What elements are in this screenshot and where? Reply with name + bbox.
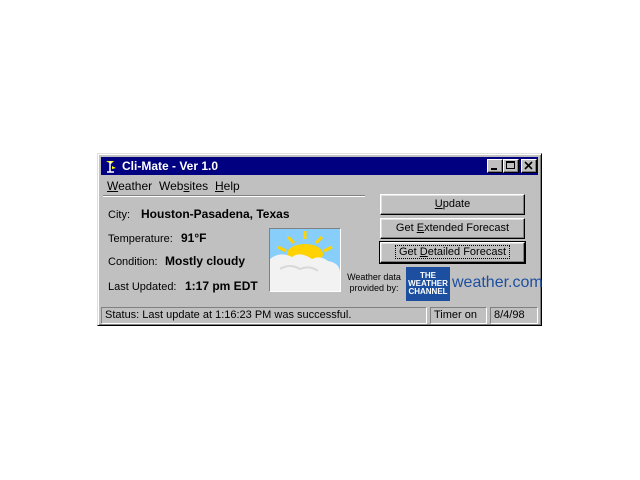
focus-ring: Get Detailed Forecast	[394, 245, 510, 259]
menu-divider	[103, 195, 365, 197]
city-label: City:	[108, 209, 130, 221]
city-value: Houston-Pasadena, Texas	[141, 207, 290, 221]
status-message: Status: Last update at 1:16:23 PM was su…	[101, 307, 427, 324]
detailed-forecast-button[interactable]: Get Detailed Forecast	[379, 241, 526, 264]
status-bar: Status: Last update at 1:16:23 PM was su…	[101, 307, 538, 325]
last-updated-label: Last Updated:	[108, 281, 177, 293]
close-button[interactable]	[521, 159, 537, 173]
status-date: 8/4/98	[490, 307, 538, 324]
condition-value: Mostly cloudy	[165, 254, 246, 268]
partly-cloudy-icon	[270, 229, 340, 291]
logo-line-3: CHANNEL	[408, 287, 448, 296]
weather-com-link[interactable]: weather.com	[452, 274, 543, 292]
extended-forecast-button[interactable]: Get Extended Forecast	[380, 218, 525, 239]
title-bar[interactable]: Cli-Mate - Ver 1.0	[101, 157, 538, 175]
provider-label-line2: provided by:	[349, 283, 399, 293]
menu-help[interactable]: Help	[215, 179, 240, 193]
maximize-icon	[506, 161, 515, 169]
provider-label-line1: Weather data	[347, 272, 401, 282]
weather-condition-image	[269, 228, 341, 292]
last-updated-value: 1:17 pm EDT	[185, 279, 258, 293]
provider-label: Weather data provided by:	[344, 272, 404, 294]
climate-window: Cli-Mate - Ver 1.0 Weather Websites Help…	[97, 153, 543, 326]
update-button[interactable]: Update	[380, 194, 525, 215]
temperature-label: Temperature:	[108, 233, 173, 245]
weather-vane-icon	[103, 158, 119, 174]
menu-weather[interactable]: Weather	[107, 179, 152, 193]
maximize-button[interactable]	[503, 159, 519, 173]
minimize-icon	[491, 168, 497, 170]
menu-websites[interactable]: Websites	[159, 179, 208, 193]
weather-channel-logo[interactable]: THE WEATHER CHANNEL	[406, 267, 450, 301]
temperature-value: 91°F	[181, 231, 207, 245]
condition-label: Condition:	[108, 256, 158, 268]
close-icon	[524, 161, 533, 170]
window-title: Cli-Mate - Ver 1.0	[122, 159, 219, 173]
menu-bar: Weather Websites Help	[101, 177, 538, 195]
timer-status: Timer on	[430, 307, 487, 324]
minimize-button[interactable]	[487, 159, 503, 173]
